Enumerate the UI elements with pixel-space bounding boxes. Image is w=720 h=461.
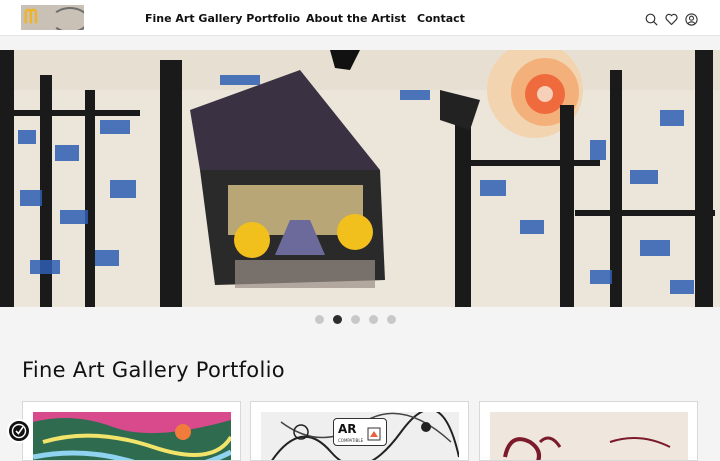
artwork-card-3[interactable] (479, 401, 698, 461)
search-icon[interactable] (645, 11, 658, 26)
logo-mark: ᗰ (24, 6, 38, 28)
heart-icon[interactable] (665, 11, 678, 26)
ar-badge-sublabel: COMPATIBLE (338, 438, 364, 443)
hero-carousel-slide[interactable] (0, 50, 720, 307)
carousel-dot-4[interactable] (369, 315, 378, 324)
hero-artwork (0, 50, 720, 307)
section-title: Fine Art Gallery Portfolio (22, 358, 285, 382)
carousel-dots (315, 315, 405, 325)
artwork-thumbnail-1 (33, 412, 231, 460)
carousel-dot-2[interactable] (333, 315, 342, 324)
artwork-card-1[interactable] (22, 401, 241, 461)
accessibility-button[interactable] (7, 419, 31, 443)
carousel-dot-5[interactable] (387, 315, 396, 324)
logo-swoosh (51, 7, 84, 30)
nav-link-contact[interactable]: Contact (417, 12, 465, 25)
user-icon[interactable] (685, 11, 698, 26)
accessibility-icon (11, 423, 27, 439)
ar-badge-label: AR (338, 422, 357, 436)
ar-cube-icon (367, 427, 381, 441)
site-header: ᗰ Fine Art Gallery Portfolio About the A… (0, 0, 720, 36)
nav-link-about[interactable]: About the Artist (306, 12, 406, 25)
artwork-thumbnail-3 (490, 412, 688, 460)
carousel-dot-3[interactable] (351, 315, 360, 324)
nav-link-portfolio[interactable]: Fine Art Gallery Portfolio (145, 12, 300, 25)
carousel-dot-1[interactable] (315, 315, 324, 324)
ar-compatible-badge[interactable]: AR COMPATIBLE (333, 418, 387, 446)
site-logo[interactable]: ᗰ (21, 5, 84, 30)
